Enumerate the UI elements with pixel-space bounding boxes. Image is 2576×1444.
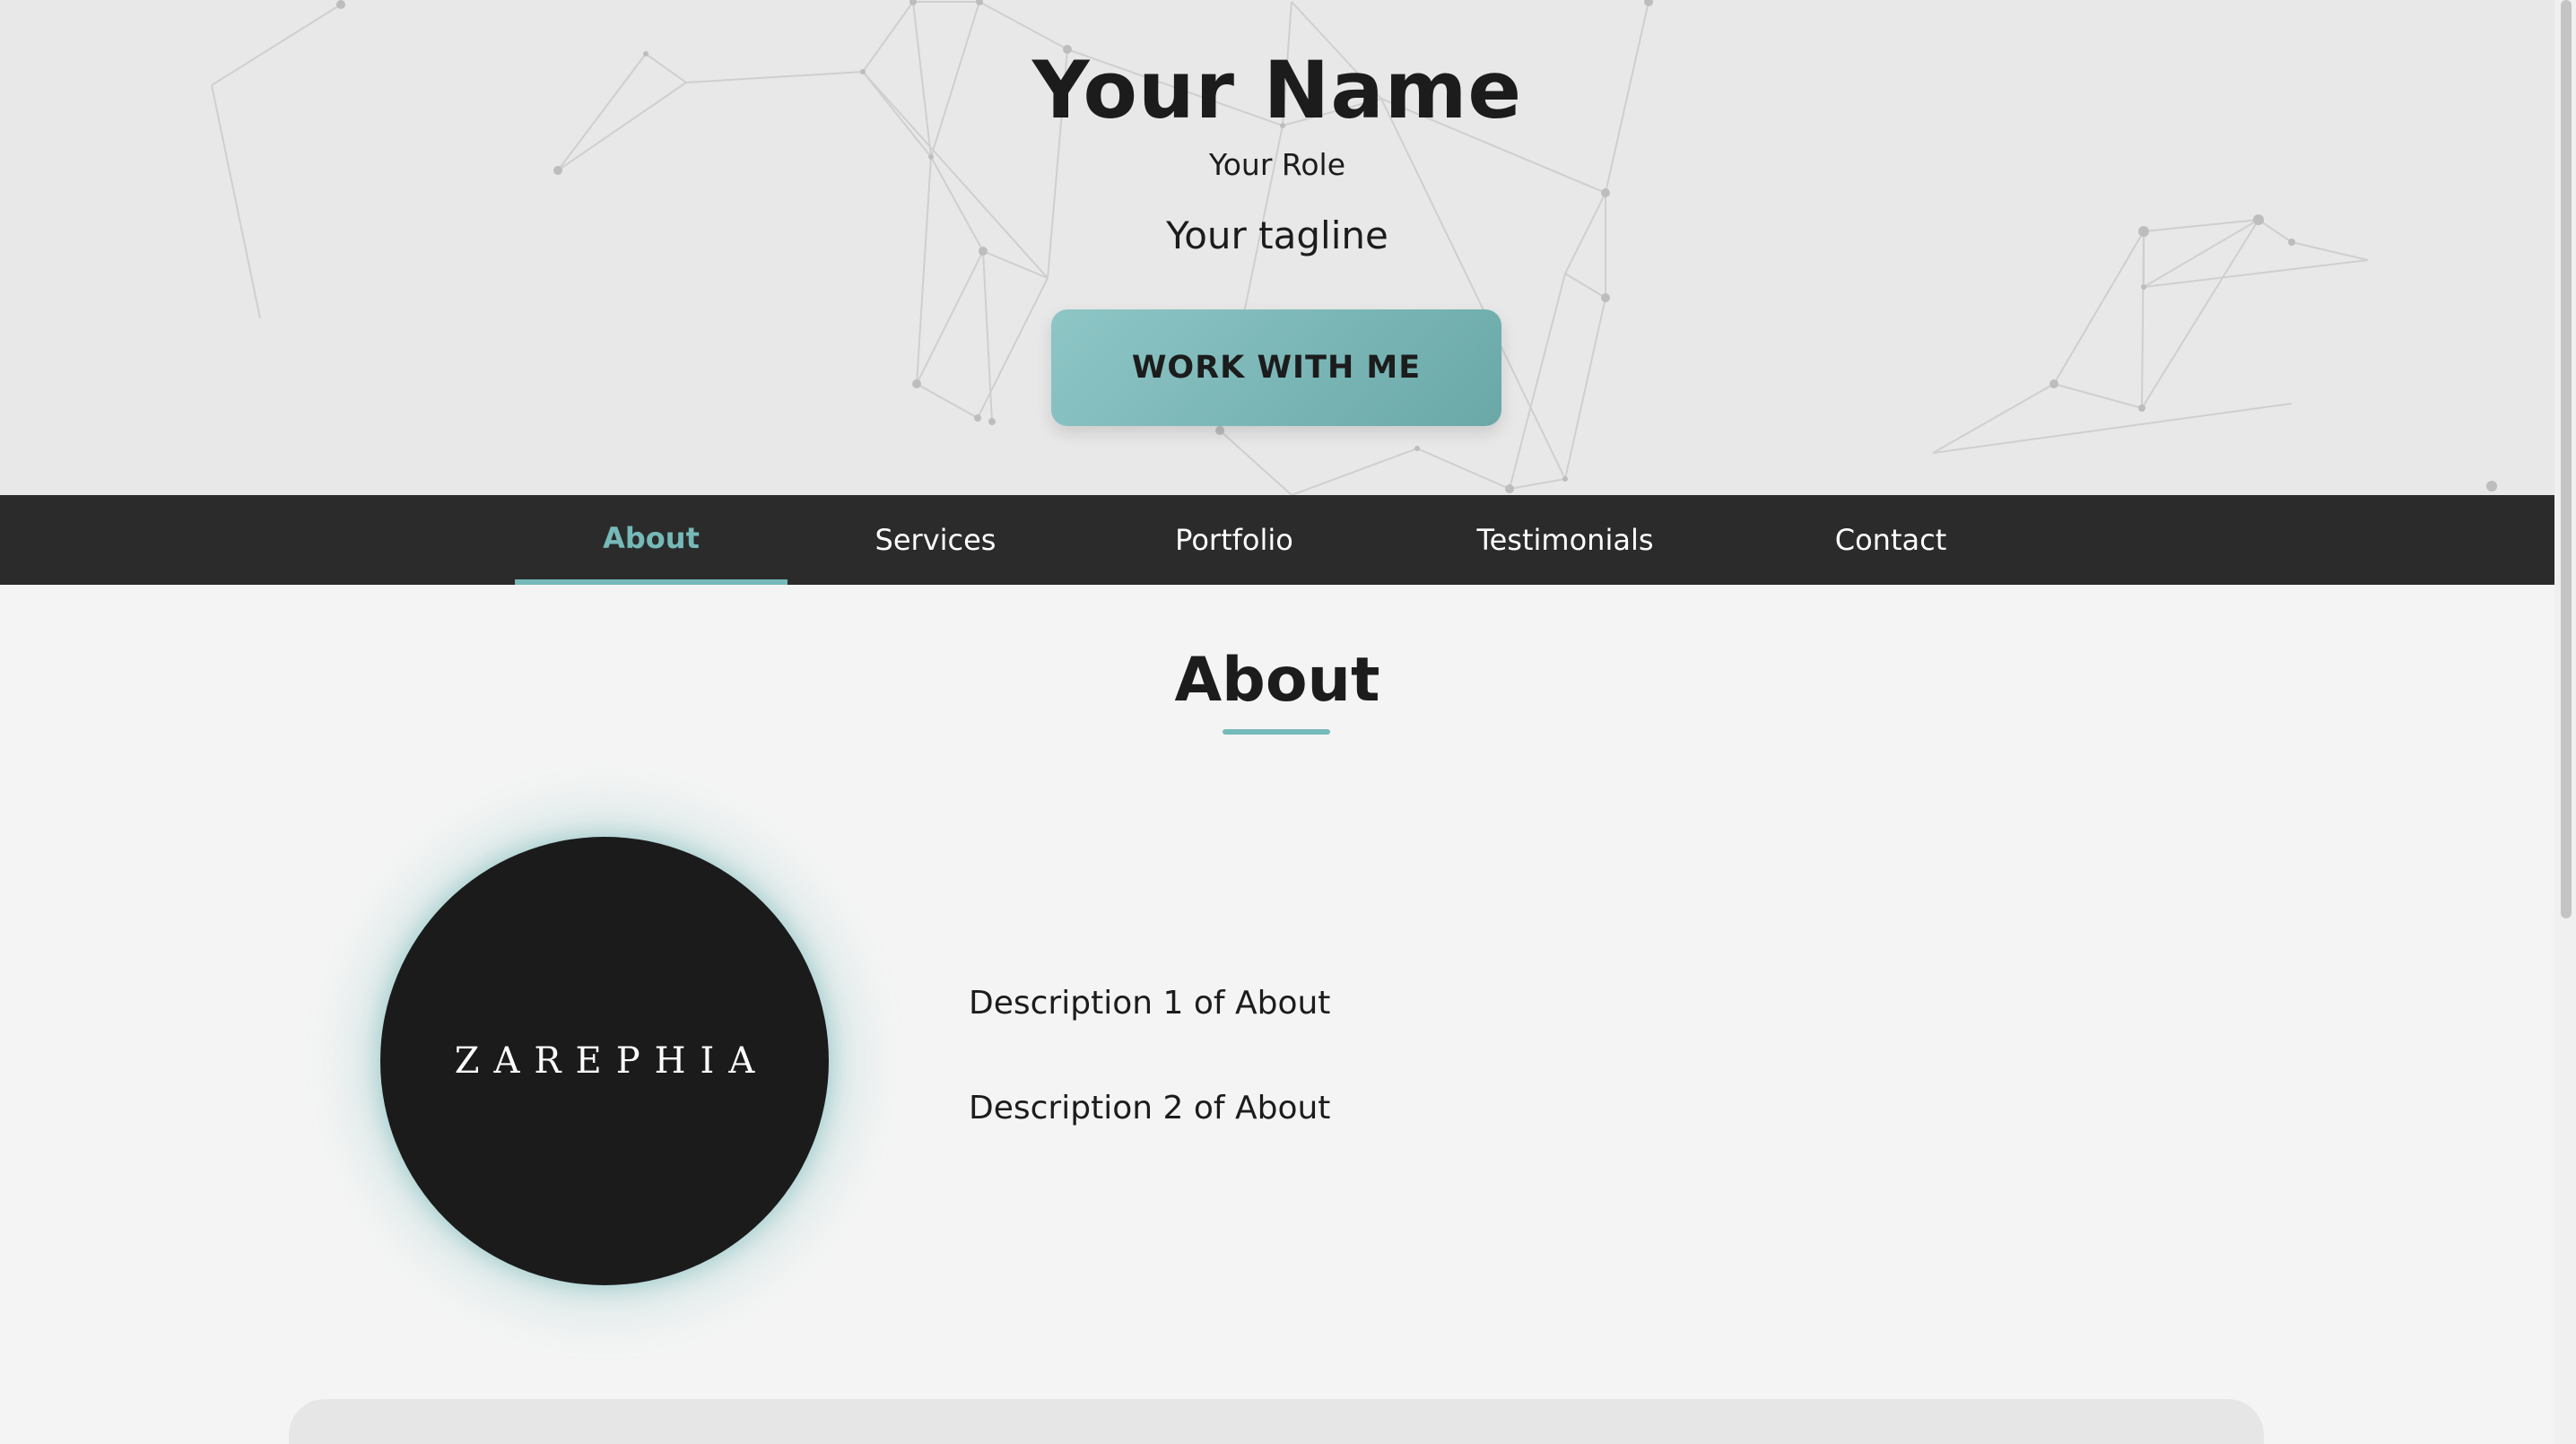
page: Your Name Your Role Your tagline WORK WI… <box>0 0 2576 1444</box>
nav-item-about[interactable]: About <box>515 495 788 585</box>
avatar-logo-text: ZAREPHIA <box>454 1040 770 1082</box>
hero-tagline: Your tagline <box>1166 213 1388 257</box>
nav-item-contact[interactable]: Contact <box>1745 495 2036 585</box>
nav-item-testimonials[interactable]: Testimonials <box>1385 495 1745 585</box>
work-with-me-button[interactable]: WORK WITH ME <box>1051 309 1501 426</box>
avatar: ZAREPHIA <box>380 837 829 1285</box>
scrollbar-thumb[interactable] <box>2561 0 2572 918</box>
nav-item-services[interactable]: Services <box>788 495 1083 585</box>
main-nav: About Services Portfolio Testimonials Co… <box>0 495 2554 585</box>
hero-role: Your Role <box>1208 147 1346 182</box>
about-title: About <box>1174 645 1380 716</box>
about-description-2: Description 2 of About <box>969 1090 1331 1126</box>
hero-section: Your Name Your Role Your tagline WORK WI… <box>0 0 2554 495</box>
hero-name: Your Name <box>1031 44 1523 136</box>
about-description-1: Description 1 of About <box>969 985 1331 1022</box>
nav-item-portfolio[interactable]: Portfolio <box>1083 495 1385 585</box>
title-underline <box>1223 729 1330 735</box>
next-section-card <box>289 1399 2264 1444</box>
